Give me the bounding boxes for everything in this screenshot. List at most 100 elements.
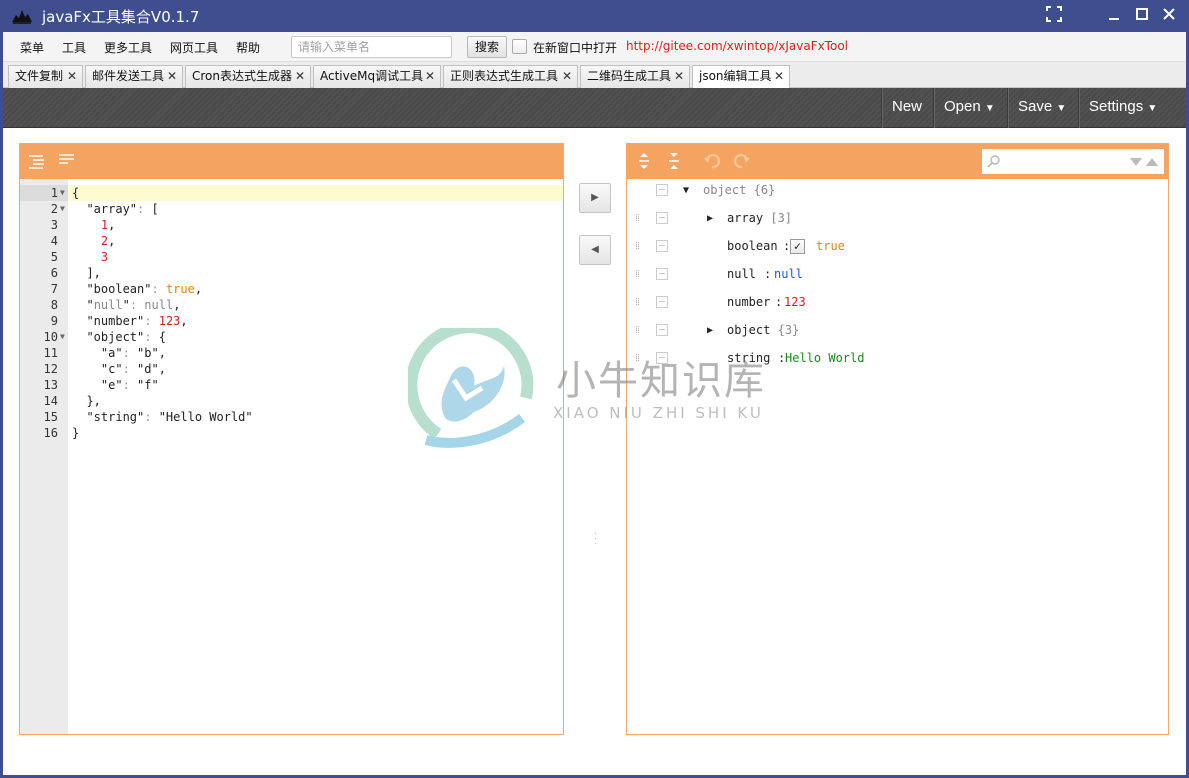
tree-key[interactable]: null: [727, 264, 756, 284]
search-button[interactable]: 搜索: [467, 36, 507, 58]
minimize-icon[interactable]: [1103, 5, 1125, 27]
drag-handle-icon[interactable]: ⁞⁞: [635, 320, 640, 340]
format-icon[interactable]: [28, 154, 46, 170]
context-menu-icon[interactable]: [656, 212, 668, 224]
code-line[interactable]: 16}: [20, 425, 563, 441]
tree-value[interactable]: null: [774, 264, 803, 284]
context-menu-icon[interactable]: [656, 268, 668, 280]
open-button[interactable]: Open ▼: [933, 88, 1005, 128]
tree-root-row[interactable]: ▼ object {6}: [627, 180, 1168, 200]
menu-item-web-tools[interactable]: 网页工具: [170, 39, 218, 56]
search-next-icon[interactable]: [1130, 158, 1142, 166]
tab-regex-generator[interactable]: 正则表达式生成工具 ✕: [443, 65, 578, 88]
tab-close-icon[interactable]: ✕: [562, 66, 572, 87]
tree-row[interactable]: ⁞⁞ string : Hello World: [627, 348, 1168, 368]
code-line[interactable]: 13 "e": "f": [20, 377, 563, 393]
boolean-checkbox[interactable]: ✓: [790, 239, 805, 254]
to-tree-button[interactable]: ▶: [579, 183, 611, 213]
code-line[interactable]: 3 1,: [20, 217, 563, 233]
context-menu-icon[interactable]: [656, 296, 668, 308]
code-line[interactable]: 5 3: [20, 249, 563, 265]
context-menu-icon[interactable]: [656, 184, 668, 196]
tree-row[interactable]: ⁞⁞ boolean : ✓ true: [627, 236, 1168, 256]
expand-triangle-icon[interactable]: ▶: [707, 209, 713, 229]
tree-value[interactable]: 123: [784, 292, 806, 312]
expand-all-icon[interactable]: [637, 152, 651, 170]
code-line[interactable]: 10 ▼ "object": {: [20, 329, 563, 345]
collapse-all-icon[interactable]: [667, 152, 681, 170]
to-code-button[interactable]: ◀: [579, 235, 611, 265]
tree-row[interactable]: ⁞⁞ ▶ object {3}: [627, 320, 1168, 340]
tree-row[interactable]: ⁞⁞ number : 123: [627, 292, 1168, 312]
code-line[interactable]: 6 ],: [20, 265, 563, 281]
fold-arrow-icon[interactable]: ▼: [60, 185, 65, 201]
tab-close-icon[interactable]: ✕: [167, 66, 177, 87]
drag-handle-icon[interactable]: ⁞⁞: [635, 264, 640, 284]
context-menu-icon[interactable]: [656, 324, 668, 336]
tab-cron-generator[interactable]: Cron表达式生成器 ✕: [185, 65, 311, 88]
context-menu-icon[interactable]: [656, 352, 668, 364]
tab-activemq-debug[interactable]: ActiveMq调试工具 ✕: [313, 65, 441, 88]
tab-mail-sender[interactable]: 邮件发送工具 ✕: [85, 65, 183, 88]
tree-row[interactable]: ⁞⁞ null : null: [627, 264, 1168, 284]
redo-icon[interactable]: [733, 153, 751, 169]
collapse-triangle-icon[interactable]: ▼: [683, 181, 689, 201]
tab-close-icon[interactable]: ✕: [774, 66, 784, 87]
context-menu-icon[interactable]: [656, 240, 668, 252]
code-line[interactable]: 12 "c": "d",: [20, 361, 563, 377]
code-line[interactable]: 1 ▼{: [20, 185, 563, 201]
undo-icon[interactable]: [703, 153, 721, 169]
code-line[interactable]: 14 },: [20, 393, 563, 409]
tab-close-icon[interactable]: ✕: [425, 66, 435, 87]
fold-arrow-icon[interactable]: ▼: [60, 201, 65, 217]
menu-item-help[interactable]: 帮助: [236, 39, 260, 56]
menu-item-tools[interactable]: 工具: [62, 39, 86, 56]
menu-search-input[interactable]: [291, 36, 452, 58]
menu-item-more-tools[interactable]: 更多工具: [104, 39, 152, 56]
drag-handle-icon[interactable]: ⁞⁞: [635, 292, 640, 312]
dropdown-arrow-icon: ▼: [1147, 103, 1158, 114]
new-button[interactable]: New: [881, 88, 932, 128]
tree-key[interactable]: object: [727, 323, 770, 337]
drag-handle-icon[interactable]: ⁞⁞: [635, 208, 640, 228]
tree-value[interactable]: true: [816, 236, 845, 256]
tab-close-icon[interactable]: ✕: [295, 66, 305, 87]
drag-handle-icon[interactable]: ⁞⁞: [635, 348, 640, 368]
gitee-link[interactable]: http://gitee.com/xwintop/xJavaFxTool: [626, 39, 848, 53]
tab-label: 邮件发送工具: [92, 69, 165, 83]
splitter-handle[interactable]: · · ·: [594, 530, 597, 550]
fullscreen-icon[interactable]: [1043, 5, 1065, 27]
close-icon[interactable]: [1158, 5, 1180, 27]
settings-button[interactable]: Settings ▼: [1078, 88, 1167, 128]
fold-arrow-icon[interactable]: ▼: [60, 329, 65, 345]
tab-label: Cron表达式生成器: [192, 69, 292, 83]
code-line[interactable]: 7 "boolean": true,: [20, 281, 563, 297]
code-line[interactable]: 8 "null": null,: [20, 297, 563, 313]
tab-close-icon[interactable]: ✕: [67, 66, 77, 87]
code-line[interactable]: 2 ▼ "array": [: [20, 201, 563, 217]
tab-close-icon[interactable]: ✕: [674, 66, 684, 87]
code-line[interactable]: 11 "a": "b",: [20, 345, 563, 361]
compact-icon[interactable]: [58, 153, 76, 169]
code-line[interactable]: 15 "string": "Hello World": [20, 409, 563, 425]
code-line[interactable]: 4 2,: [20, 233, 563, 249]
tab-file-copy[interactable]: 文件复制 ✕: [8, 65, 83, 88]
tree-key[interactable]: array: [727, 211, 763, 225]
code-line[interactable]: 9 "number": 123,: [20, 313, 563, 329]
maximize-icon[interactable]: [1131, 5, 1153, 27]
tree-key[interactable]: string: [727, 348, 770, 368]
new-window-checkbox[interactable]: [512, 39, 527, 54]
expand-triangle-icon[interactable]: ▶: [707, 321, 713, 341]
save-button[interactable]: Save ▼: [1007, 88, 1076, 128]
tab-json-editor[interactable]: json编辑工具 ✕: [692, 65, 790, 89]
tab-qrcode-generator[interactable]: 二维码生成工具 ✕: [580, 65, 690, 88]
drag-handle-icon[interactable]: ⁞⁞: [635, 236, 640, 256]
tree-row[interactable]: ⁞⁞ ▶ array [3]: [627, 208, 1168, 228]
tree-search-box[interactable]: [982, 149, 1164, 174]
menu-item-menu[interactable]: 菜单: [20, 39, 44, 56]
search-previous-icon[interactable]: [1146, 158, 1158, 166]
tree-key[interactable]: number: [727, 292, 770, 312]
tree-value[interactable]: Hello World: [785, 348, 864, 368]
code-text: },: [72, 394, 101, 408]
tree-key[interactable]: boolean: [727, 236, 778, 256]
